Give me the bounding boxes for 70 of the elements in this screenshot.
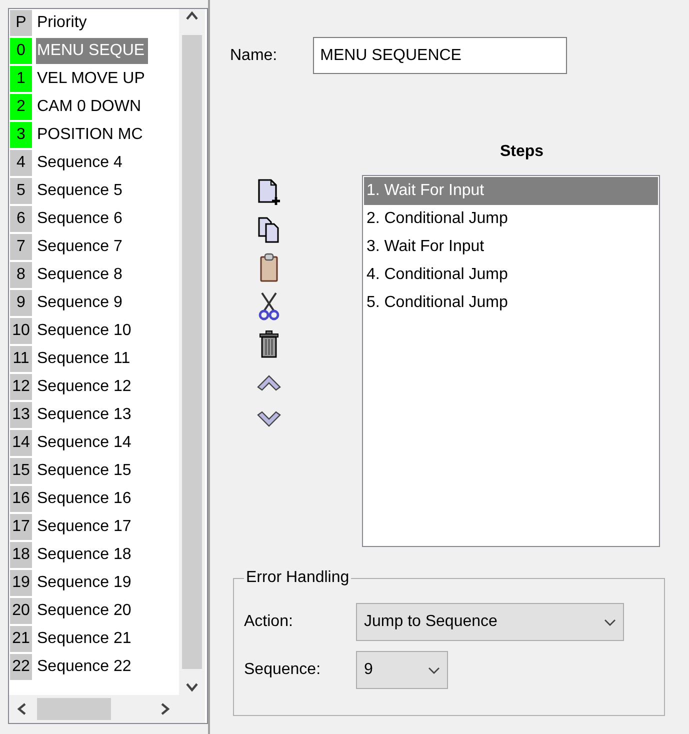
sequence-item[interactable]: Sequence 15 [36,458,134,484]
sequence-item[interactable]: Sequence 5 [36,178,126,204]
priority-number: 13 [10,402,32,428]
priority-number: 14 [10,430,32,456]
sequence-item[interactable]: Sequence 19 [36,570,134,596]
priority-number: 0 [10,38,32,64]
horizontal-scrollbar[interactable] [9,695,179,723]
sequence-item[interactable]: Sequence 6 [36,206,126,232]
sequence-item[interactable]: Sequence 20 [36,598,134,624]
priority-number: 22 [10,654,32,680]
group-title: Error Handling [245,569,350,587]
trash-can-icon [258,329,280,359]
priority-number: 8 [10,262,32,288]
sequence-item[interactable]: Sequence 12 [36,374,134,400]
priority-number: 11 [10,346,32,372]
sequence-item[interactable]: Sequence 21 [36,626,134,652]
column-header[interactable]: Priority [36,10,90,36]
sequence-item[interactable]: Sequence 16 [36,486,134,512]
step-item[interactable]: 2. Conditional Jump [364,205,658,233]
priority-number: 1 [10,66,32,92]
sequence-item[interactable]: Sequence 11 [36,346,134,372]
step-item[interactable]: 3. Wait For Input [364,233,658,261]
dropdown[interactable]: 9 [356,651,448,689]
field-label: Sequence: [244,661,322,679]
new-page-icon [256,178,282,206]
priority-number: 3 [10,122,32,148]
priority-number: 2 [10,94,32,120]
sequence-item[interactable]: Sequence 17 [36,514,134,540]
priority-number: 10 [10,318,32,344]
sequence-item[interactable]: Sequence 18 [36,542,134,568]
priority-number: 5 [10,178,32,204]
sequence-item[interactable]: Sequence 4 [36,150,126,176]
priority-number: 17 [10,514,32,540]
priority-number: 6 [10,206,32,232]
sequence-item[interactable]: Sequence 8 [36,262,126,288]
step-item[interactable]: 4. Conditional Jump [364,261,658,289]
sequence-item[interactable]: MENU SEQUE [36,38,148,64]
sequence-item[interactable]: POSITION MC [36,122,146,148]
name-label: Name: [230,46,278,64]
priority-number: 4 [10,150,32,176]
priority-number: 21 [10,626,32,652]
clipboard-icon [258,253,280,283]
priority-number: 16 [10,486,32,512]
column-header[interactable]: P [10,10,32,36]
name-field[interactable]: MENU SEQUENCE [313,37,568,74]
sequence-item[interactable]: Sequence 22 [36,654,134,680]
priority-number: 7 [10,234,32,260]
priority-number: 12 [10,374,32,400]
copy-icon [257,216,281,244]
sequence-item[interactable]: Sequence 10 [36,318,134,344]
sequence-item[interactable]: Sequence 13 [36,402,134,428]
priority-number: 15 [10,458,32,484]
sequence-item[interactable]: Sequence 7 [36,234,126,260]
scrollbar-thumb[interactable] [182,35,202,669]
dropdown[interactable]: Jump to Sequence [356,603,624,641]
step-item[interactable]: 1. Wait For Input [364,177,658,205]
priority-number: 9 [10,290,32,316]
priority-number: 18 [10,542,32,568]
vertical-scrollbar[interactable] [179,9,205,695]
sequence-item[interactable]: Sequence 14 [36,430,134,456]
steps-title: Steps [500,143,545,162]
scissors-icon [258,291,280,321]
priority-number: 20 [10,598,32,624]
sequence-item[interactable]: Sequence 9 [36,290,126,316]
sequence-item[interactable]: VEL MOVE UP [36,66,148,92]
priority-number: 19 [10,570,32,596]
sequence-item[interactable]: CAM 0 DOWN [36,94,144,120]
scrollbar-thumb[interactable] [37,698,111,720]
field-label: Action: [244,613,294,631]
step-item[interactable]: 5. Conditional Jump [364,289,658,317]
